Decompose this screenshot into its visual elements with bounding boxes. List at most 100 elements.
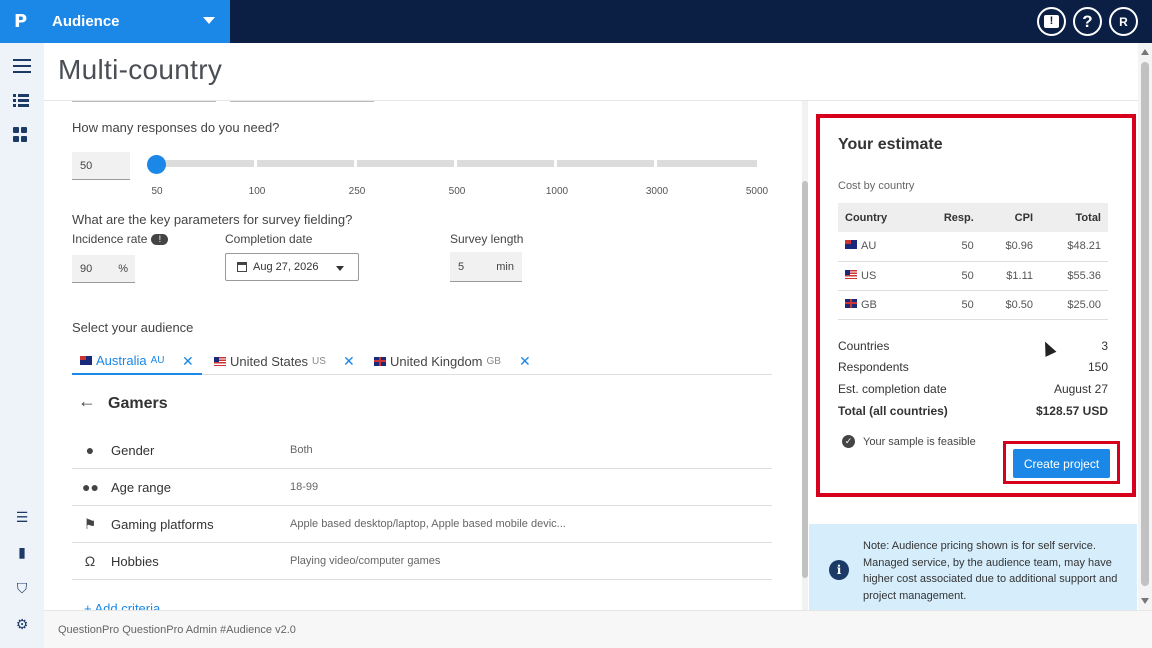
user-avatar-button[interactable]: R [1109, 7, 1138, 36]
person-icon: ● [85, 442, 95, 458]
slider-tick: 50 [151, 186, 163, 197]
country-code: AU [861, 240, 877, 253]
footer-text: QuestionPro QuestionPro Admin #Audience … [58, 624, 296, 636]
summary-label: Total (all countries) [838, 404, 948, 418]
create-project-highlight: Create project [1003, 441, 1120, 484]
close-tab-united-states-icon[interactable]: ✕ [343, 353, 355, 370]
caret-down-icon [336, 266, 344, 271]
col-header: CPI [980, 203, 1041, 232]
page-scrollbar-thumb[interactable] [1141, 62, 1149, 586]
app-logo: P [14, 11, 28, 32]
cpi-cell: $0.96 [980, 232, 1041, 262]
calendar-icon [237, 262, 247, 272]
table-row: US 50 $1.11 $55.36 [838, 261, 1108, 291]
completion-date-picker[interactable]: Aug 27, 2026 [225, 253, 359, 281]
app-switcher[interactable]: P Audience [0, 0, 230, 43]
criteria-value: 18-99 [290, 481, 319, 493]
criteria-value: Both [290, 444, 313, 456]
criteria-name: Hobbies [111, 554, 159, 569]
feasibility-status: ✓ Your sample is feasible [842, 435, 976, 448]
australia-flag-icon [845, 240, 857, 250]
summary-value: 3 [1101, 339, 1108, 353]
survey-length-label: Survey length [450, 232, 524, 246]
left-nav: ☰ ▮ ⛉ ⚙ [0, 43, 44, 648]
criteria-row-age-range[interactable]: ●● Age range 18-99 [72, 469, 772, 506]
summary-label: Est. completion date [838, 382, 947, 396]
form-scrollbar-thumb[interactable] [802, 181, 808, 578]
tab-label: United Kingdom [390, 353, 483, 369]
summary-completion-date: Est. completion date August 27 [838, 382, 1108, 402]
tab-code: US [312, 355, 326, 367]
survey-length-input[interactable]: 5 min [450, 252, 522, 282]
gear-icon[interactable]: ⚙ [13, 615, 31, 633]
feedback-icon: ! [1044, 15, 1059, 28]
table-row: AU 50 $0.96 $48.21 [838, 232, 1108, 262]
headphones-icon: Ω [84, 553, 96, 569]
shield-icon[interactable]: ⛉ [13, 579, 31, 597]
trash-icon[interactable]: ▮ [13, 543, 31, 561]
cpi-cell: $0.50 [980, 290, 1041, 320]
criteria-row-gaming-platforms[interactable]: ⚑ Gaming platforms Apple based desktop/l… [72, 506, 772, 543]
criteria-name: Gaming platforms [111, 517, 214, 532]
summary-value: August 27 [1053, 382, 1108, 396]
create-project-button[interactable]: Create project [1013, 449, 1110, 478]
info-icon[interactable]: ! [151, 234, 169, 246]
summary-total: Total (all countries) $128.57 USD [838, 404, 1108, 424]
feasible-text: Your sample is feasible [863, 435, 976, 448]
col-header: Resp. [918, 203, 981, 232]
menu-icon[interactable] [13, 59, 31, 77]
summary-label: Respondents [838, 360, 909, 374]
responses-question: How many responses do you need? [72, 120, 280, 135]
summary-label: Countries [838, 339, 890, 353]
field-underline [230, 101, 374, 102]
summary-value: 150 [1087, 360, 1108, 374]
responses-slider-thumb[interactable] [147, 155, 166, 174]
estimate-subtitle: Cost by country [838, 180, 915, 192]
page-scrollbar[interactable] [1138, 43, 1152, 610]
cost-table: Country Resp. CPI Total AU 50 $0.96 $48.… [838, 203, 1108, 320]
tab-label: United States [230, 353, 309, 369]
country-cell: AU [838, 232, 919, 262]
feedback-button[interactable]: ! [1037, 7, 1066, 36]
slider-tick: 3000 [645, 186, 669, 197]
tab-united-kingdom[interactable]: United Kingdom GB [374, 347, 501, 375]
incidence-input[interactable]: 90 % [72, 255, 135, 283]
responses-input[interactable]: 50 [72, 152, 130, 180]
field-underline [72, 101, 216, 102]
criteria-row-hobbies[interactable]: Ω Hobbies Playing video/computer games [72, 543, 772, 580]
survey-length-value: 5 [458, 260, 465, 273]
form-scrollbar[interactable] [802, 101, 808, 610]
pricing-note-text: Note: Audience pricing shown is for self… [863, 540, 1118, 602]
responses-slider-track[interactable] [156, 160, 758, 167]
close-tab-united-kingdom-icon[interactable]: ✕ [519, 353, 531, 370]
add-criteria-link[interactable]: + Add criteria [84, 601, 160, 610]
summary-respondents: Respondents 150 [838, 360, 1108, 380]
sliders-icon[interactable]: ☰ [13, 508, 31, 526]
back-arrow-icon[interactable]: ← [78, 391, 96, 412]
chevron-down-icon [203, 17, 215, 24]
uk-flag-icon [845, 298, 857, 308]
incidence-label-text: Incidence rate [72, 232, 148, 246]
scroll-up-icon[interactable] [1141, 49, 1149, 55]
tab-united-states[interactable]: United States US [214, 347, 326, 375]
audience-group-title: Gamers [108, 395, 168, 412]
scroll-down-icon[interactable] [1141, 598, 1149, 604]
close-tab-australia-icon[interactable]: ✕ [182, 353, 194, 370]
estimate-title: Your estimate [838, 136, 943, 153]
pricing-note: i Note: Audience pricing shown is for se… [809, 524, 1137, 610]
country-cell: GB [838, 290, 919, 320]
completion-date-label: Completion date [225, 232, 313, 246]
col-header: Country [838, 203, 919, 232]
list-icon[interactable] [13, 94, 31, 112]
criteria-value: Apple based desktop/laptop, Apple based … [290, 518, 566, 530]
dashboard-icon[interactable] [13, 125, 31, 143]
criteria-value: Playing video/computer games [290, 555, 441, 567]
criteria-row-gender[interactable]: ● Gender Both [72, 432, 772, 469]
check-circle-icon: ✓ [842, 435, 855, 448]
help-button[interactable]: ? [1073, 7, 1102, 36]
us-flag-icon [845, 269, 857, 279]
audience-label: Select your audience [72, 320, 194, 335]
help-icon: ? [1082, 11, 1093, 31]
col-header: Total [1040, 203, 1108, 232]
summary-value: $128.57 USD [1035, 404, 1108, 418]
